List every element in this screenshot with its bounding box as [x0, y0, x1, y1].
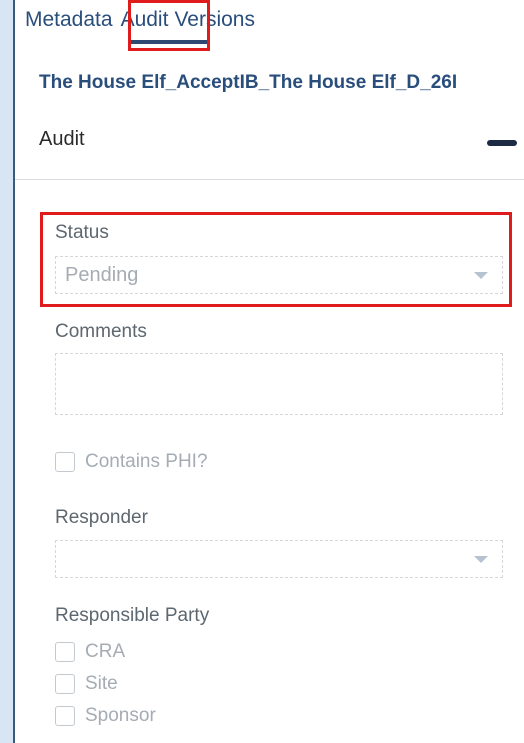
contains-phi-row[interactable]: Contains PHI?: [55, 451, 208, 473]
responsible-party-site-row[interactable]: Site: [55, 673, 118, 695]
highlight-box-status: [40, 212, 512, 307]
contains-phi-checkbox[interactable]: [55, 452, 75, 472]
comments-textarea[interactable]: [55, 353, 503, 415]
audit-panel: Metadata Audit Versions The House Elf_Ac…: [13, 0, 524, 743]
responder-select[interactable]: [55, 540, 503, 578]
document-title: The House Elf_AcceptIB_The House Elf_D_2…: [39, 72, 458, 93]
chevron-down-icon: [474, 556, 488, 563]
responder-label: Responder: [55, 507, 148, 528]
responsible-party-label: Responsible Party: [55, 605, 210, 626]
site-label: Site: [85, 673, 118, 694]
comments-label: Comments: [55, 321, 147, 342]
collapse-icon[interactable]: [487, 140, 517, 146]
highlight-box-audit-tab: [128, 0, 210, 51]
responsible-party-cra-row[interactable]: CRA: [55, 641, 125, 663]
responsible-party-sponsor-row[interactable]: Sponsor: [55, 705, 156, 727]
cra-label: CRA: [85, 641, 126, 662]
sponsor-checkbox[interactable]: [55, 706, 75, 726]
tab-metadata[interactable]: Metadata: [23, 6, 115, 34]
section-title: Audit: [39, 128, 85, 150]
sponsor-label: Sponsor: [85, 705, 156, 726]
contains-phi-label: Contains PHI?: [85, 451, 208, 472]
cra-checkbox[interactable]: [55, 642, 75, 662]
site-checkbox[interactable]: [55, 674, 75, 694]
audit-section-header[interactable]: Audit: [15, 110, 524, 180]
